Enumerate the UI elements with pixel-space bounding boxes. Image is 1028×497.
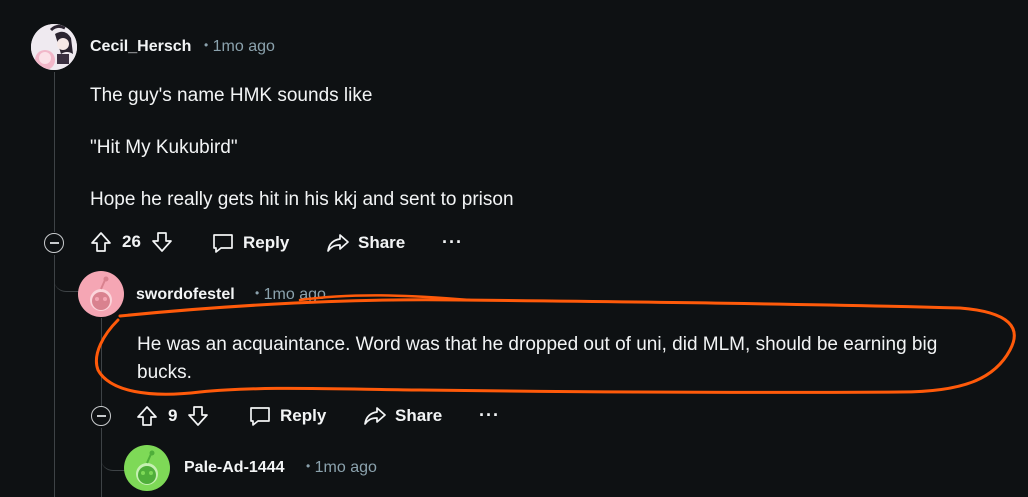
vote-controls: 9 bbox=[136, 405, 209, 427]
downvote-icon[interactable] bbox=[187, 405, 209, 427]
meta-separator: • bbox=[306, 459, 311, 473]
share-icon bbox=[364, 407, 386, 425]
share-label: Share bbox=[395, 406, 443, 425]
reply-icon bbox=[250, 407, 270, 426]
more-options-button[interactable]: ··· bbox=[479, 405, 500, 426]
upvote-icon[interactable] bbox=[136, 405, 158, 427]
comment-meta: • 1mo ago bbox=[306, 459, 377, 477]
comment-timestamp[interactable]: 1mo ago bbox=[315, 459, 377, 476]
vote-count: 9 bbox=[168, 406, 178, 425]
reply-button[interactable]: Reply bbox=[248, 405, 326, 427]
comment-username[interactable]: Pale-Ad-1444 bbox=[184, 459, 285, 477]
reply-label: Reply bbox=[280, 406, 327, 425]
share-button[interactable]: Share bbox=[363, 405, 442, 427]
avatar[interactable] bbox=[124, 445, 170, 491]
snoo-avatar-icon bbox=[136, 450, 158, 485]
collapse-button[interactable] bbox=[91, 406, 111, 426]
